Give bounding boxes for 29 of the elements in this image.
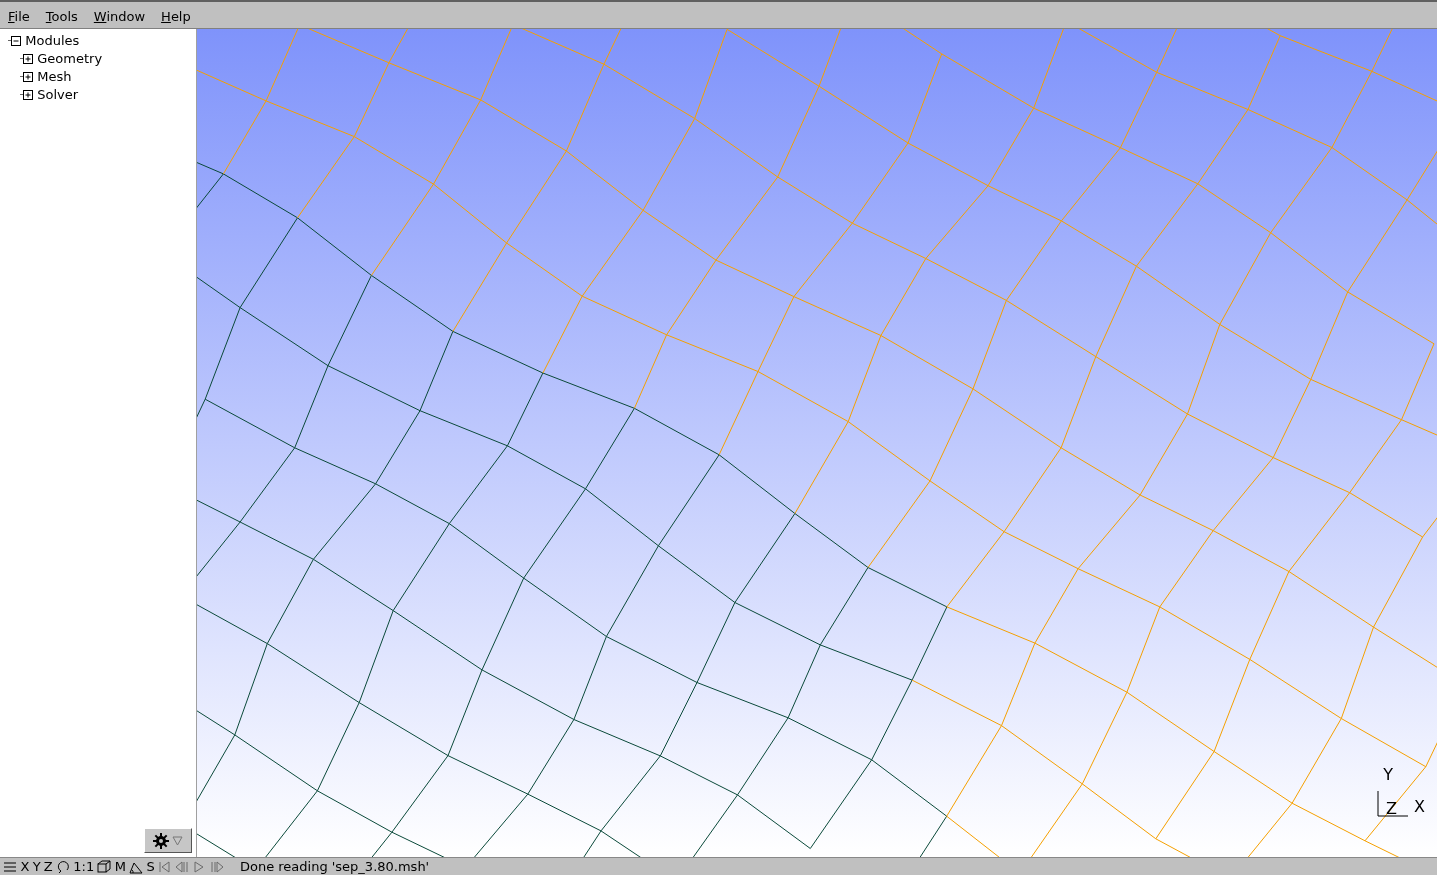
toolbar-button[interactable]: Y [32, 858, 41, 875]
expand-icon[interactable] [20, 52, 34, 66]
menu-item[interactable]: Tools [37, 2, 86, 28]
rotate-icon[interactable] [56, 859, 70, 874]
toolbar-button[interactable]: 1:1 [73, 858, 95, 875]
menu-icon[interactable] [3, 859, 18, 874]
menu-item[interactable]: Window [85, 2, 154, 28]
tree-item[interactable]: Geometry [37, 50, 103, 68]
menu-item[interactable]: Help [153, 2, 199, 28]
cube-icon[interactable] [97, 859, 112, 874]
toolbar-button[interactable]: M [114, 858, 126, 875]
axis-label: X [1414, 799, 1425, 815]
expand-icon[interactable] [20, 70, 34, 84]
axis-label: Z [1386, 801, 1397, 817]
toolbar-button[interactable]: S [146, 858, 155, 875]
toolbar-button[interactable]: Z [43, 858, 53, 875]
collapse-icon[interactable] [8, 34, 22, 48]
expand-icon[interactable] [20, 88, 34, 102]
axis-label: Y [1383, 767, 1393, 783]
menu-item[interactable]: File [0, 2, 38, 28]
options-button[interactable] [144, 828, 192, 853]
dropdown-triangle-icon [172, 835, 184, 846]
status-message: Done reading 'sep_3.80.msh' [239, 858, 430, 875]
tree-item[interactable]: Mesh [37, 68, 72, 86]
toolbar-button[interactable]: X [20, 858, 30, 875]
gear-icon [152, 832, 169, 849]
tree-item[interactable]: Solver [37, 86, 79, 104]
axis-lines-icon [1377, 791, 1409, 817]
tree-item[interactable]: Modules [25, 32, 80, 50]
